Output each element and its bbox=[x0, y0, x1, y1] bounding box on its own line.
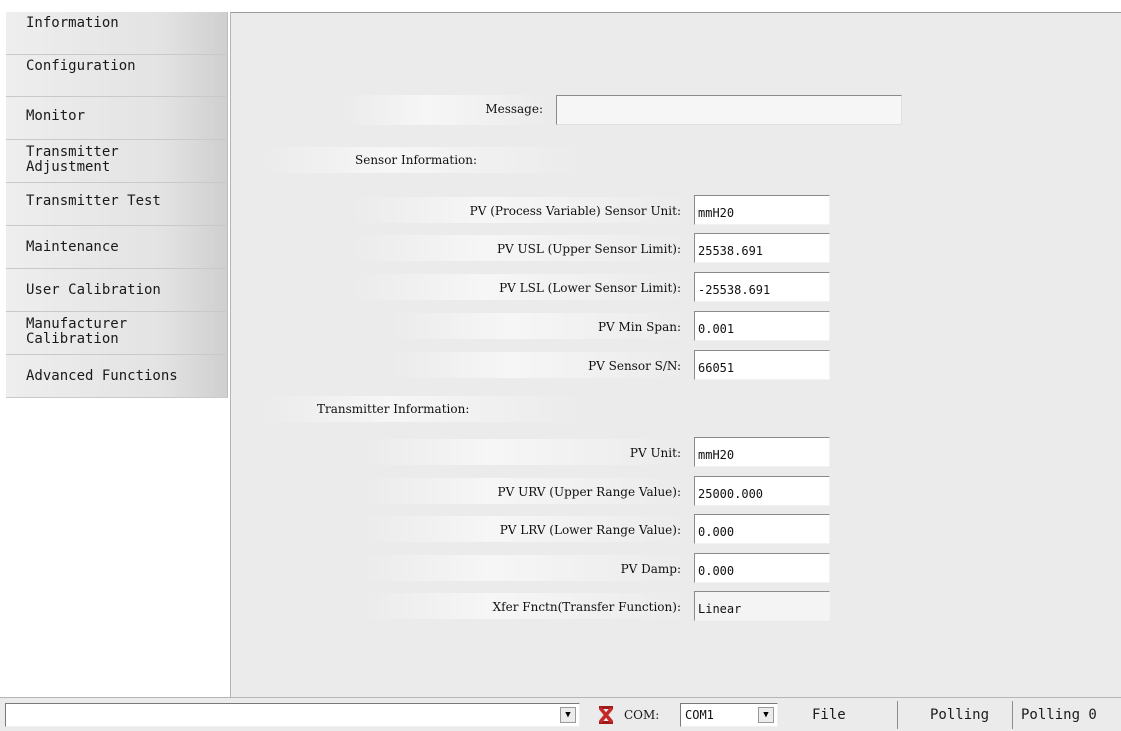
status-divider bbox=[897, 701, 898, 729]
sidebar-item-label: Information bbox=[26, 15, 119, 31]
xfer-function-field[interactable] bbox=[694, 591, 830, 621]
pv-sensor-unit-field[interactable] bbox=[694, 195, 830, 225]
sensor-info-heading: Sensor Information: bbox=[355, 153, 478, 167]
pv-damp-label: PV Damp: bbox=[620, 562, 681, 576]
sidebar-item-configuration[interactable]: Configuration bbox=[6, 55, 228, 97]
pv-unit-label: PV Unit: bbox=[629, 446, 681, 460]
disconnected-x-icon bbox=[597, 705, 615, 725]
pv-sensor-sn-field[interactable] bbox=[694, 350, 830, 380]
pv-lrv-field[interactable] bbox=[694, 514, 830, 544]
message-label: Message: bbox=[485, 102, 543, 116]
com-port-value: COM1 bbox=[685, 708, 714, 722]
pv-sensor-unit-label: PV (Process Variable) Sensor Unit: bbox=[469, 204, 681, 218]
message-field bbox=[556, 95, 902, 125]
sidebar-item-manufacturer-calibration[interactable]: Manufacturer Calibration bbox=[6, 312, 228, 355]
pv-lsl-label: PV LSL (Lower Sensor Limit): bbox=[499, 281, 681, 295]
polling-status: Polling bbox=[930, 707, 990, 723]
sidebar-item-maintenance[interactable]: Maintenance bbox=[6, 226, 228, 269]
pv-usl-label: PV USL (Upper Sensor Limit): bbox=[496, 242, 681, 256]
pv-min-span-label: PV Min Span: bbox=[597, 320, 681, 334]
sidebar-nav: Information Configuration Monitor Transm… bbox=[6, 12, 228, 696]
pv-sensor-sn-label: PV Sensor S/N: bbox=[588, 359, 681, 373]
sidebar-item-label: Transmitter Test bbox=[26, 193, 161, 209]
sidebar-item-user-calibration[interactable]: User Calibration bbox=[6, 269, 228, 312]
sidebar-item-monitor[interactable]: Monitor bbox=[6, 97, 228, 140]
sidebar-item-information[interactable]: Information bbox=[6, 12, 228, 55]
xfer-function-label: Xfer Fnctn(Transfer Function): bbox=[492, 600, 681, 614]
sidebar-item-label: Monitor bbox=[26, 108, 86, 124]
sidebar-item-transmitter-test[interactable]: Transmitter Test bbox=[6, 183, 228, 226]
status-divider bbox=[1012, 701, 1013, 729]
com-label: COM: bbox=[624, 708, 660, 722]
sidebar-item-label: Transmitter Adjustment bbox=[26, 144, 119, 175]
pv-urv-field[interactable] bbox=[694, 476, 830, 506]
pv-min-span-field[interactable] bbox=[694, 311, 830, 341]
pv-urv-label: PV URV (Upper Range Value): bbox=[497, 485, 681, 499]
pv-lsl-field[interactable] bbox=[694, 272, 830, 302]
dropdown-arrow-icon[interactable]: ▼ bbox=[758, 707, 774, 723]
status-bar: ▼ COM: COM1 ▼ File Polling Polling 0 bbox=[0, 697, 1121, 731]
sidebar-item-label: Maintenance bbox=[26, 239, 119, 255]
device-select[interactable]: ▼ bbox=[5, 703, 580, 727]
sidebar-item-label: Advanced Functions bbox=[26, 368, 178, 384]
pv-unit-field[interactable] bbox=[694, 437, 830, 467]
pv-lrv-label: PV LRV (Lower Range Value): bbox=[499, 523, 681, 537]
sidebar-item-label: Manufacturer Calibration bbox=[26, 316, 128, 347]
sidebar-item-transmitter-adjustment[interactable]: Transmitter Adjustment bbox=[6, 140, 228, 183]
transmitter-info-heading: Transmitter Information: bbox=[317, 402, 470, 416]
pv-usl-field[interactable] bbox=[694, 233, 830, 263]
information-panel: Message: Sensor Information: PV (Process… bbox=[230, 12, 1121, 697]
pv-damp-field[interactable] bbox=[694, 553, 830, 583]
file-status: File bbox=[812, 707, 846, 723]
dropdown-arrow-icon[interactable]: ▼ bbox=[560, 707, 576, 723]
sidebar-item-label: Configuration bbox=[26, 58, 136, 74]
sidebar-item-advanced-functions[interactable]: Advanced Functions bbox=[6, 355, 228, 398]
com-port-select[interactable]: COM1 ▼ bbox=[680, 703, 778, 727]
sidebar-item-label: User Calibration bbox=[26, 282, 161, 298]
polling-count: Polling 0 bbox=[1021, 707, 1097, 723]
